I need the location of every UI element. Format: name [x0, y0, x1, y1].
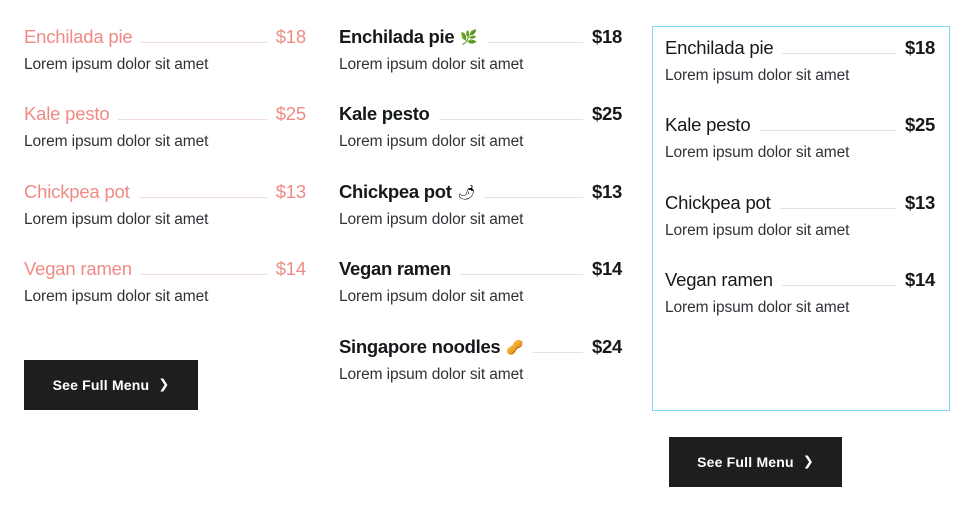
- menu-item[interactable]: Chickpea pot $13 Lorem ipsum dolor sit a…: [24, 181, 306, 229]
- menu-item[interactable]: Vegan ramen $14 Lorem ipsum dolor sit am…: [24, 258, 306, 306]
- menu-item-name: Singapore noodles: [339, 335, 501, 357]
- menu-list-1: Enchilada pie $18 Lorem ipsum dolor sit …: [0, 0, 330, 307]
- menu-item-header: Vegan ramen $14: [24, 258, 306, 280]
- menu-item-price: $18: [592, 26, 622, 47]
- menu-item-header: Chickpea pot $13: [665, 192, 935, 214]
- menu-item-description: Lorem ipsum dolor sit amet: [665, 299, 850, 317]
- menu-item[interactable]: Kale pesto $25 Lorem ipsum dolor sit ame…: [339, 103, 622, 151]
- menu-item-header: Kale pesto $25: [665, 114, 935, 136]
- menu-item-description: Lorem ipsum dolor sit amet: [24, 210, 209, 228]
- menu-item-description: Lorem ipsum dolor sit amet: [665, 221, 850, 239]
- menu-item-name: Kale pesto: [24, 103, 110, 125]
- menu-item[interactable]: Kale pesto $25 Lorem ipsum dolor sit ame…: [24, 103, 306, 151]
- menu-item-header: Enchilada pie $18: [24, 26, 306, 48]
- hot-pepper-emoji: 🌶: [457, 183, 476, 200]
- menu-item-price: $25: [592, 103, 622, 125]
- menu-item-header: Enchilada pie $18: [665, 37, 935, 59]
- menu-item[interactable]: Vegan ramen $14 Lorem ipsum dolor sit am…: [665, 269, 935, 317]
- chevron-right-icon: ❯: [158, 376, 170, 392]
- menu-item-description: Lorem ipsum dolor sit amet: [339, 210, 524, 228]
- menu-item-description: Lorem ipsum dolor sit amet: [339, 365, 524, 383]
- leader-line: [759, 130, 897, 132]
- menu-item-description: Lorem ipsum dolor sit amet: [24, 288, 209, 306]
- menu-column-3: Enchilada pie $18 Lorem ipsum dolor sit …: [640, 0, 969, 411]
- leader-line: [138, 196, 267, 198]
- menu-item-description: Lorem ipsum dolor sit amet: [339, 133, 524, 151]
- menu-item-name: Chickpea pot: [665, 191, 771, 213]
- menu-item-name: Vegan ramen: [665, 269, 773, 291]
- leader-line: [459, 274, 584, 276]
- menu-list-3-selected[interactable]: Enchilada pie $18 Lorem ipsum dolor sit …: [652, 26, 950, 411]
- menu-item-price: $13: [592, 180, 622, 202]
- menu-item-name: Enchilada pie: [24, 26, 133, 47]
- menu-item-name: Enchilada pie: [665, 37, 774, 58]
- menu-item[interactable]: Vegan ramen $14 Lorem ipsum dolor sit am…: [339, 258, 622, 306]
- menu-item[interactable]: Singapore noodles 🥜 $24 Lorem ipsum dolo…: [339, 336, 622, 384]
- peanuts-emoji: 🥜: [506, 338, 524, 355]
- menu-list-2: Enchilada pie 🌿 $18 Lorem ipsum dolor si…: [330, 0, 650, 384]
- menu-item[interactable]: Chickpea pot 🌶 $13 Lorem ipsum dolor sit…: [339, 181, 622, 229]
- menu-item-header: Chickpea pot 🌶 $13: [339, 181, 622, 203]
- menu-item-name: Chickpea pot: [24, 180, 130, 202]
- menu-item-name: Chickpea pot: [339, 180, 452, 202]
- leader-line: [782, 53, 897, 54]
- menu-item[interactable]: Chickpea pot $13 Lorem ipsum dolor sit a…: [665, 192, 935, 240]
- leader-line: [141, 42, 267, 43]
- menu-item-name: Enchilada pie: [339, 26, 455, 47]
- menu-item-header: Enchilada pie 🌿 $18: [339, 26, 622, 48]
- menu-item-header: Chickpea pot $13: [24, 181, 306, 203]
- leader-line: [779, 207, 897, 209]
- menu-item[interactable]: Enchilada pie $18 Lorem ipsum dolor sit …: [24, 26, 306, 74]
- menu-variants-canvas: Enchilada pie $18 Lorem ipsum dolor sit …: [0, 0, 969, 532]
- menu-item-price: $14: [592, 258, 622, 280]
- see-full-menu-label: See Full Menu: [697, 454, 794, 470]
- menu-item-price: $25: [275, 103, 306, 125]
- menu-item-header: Singapore noodles 🥜 $24: [339, 336, 622, 358]
- menu-item[interactable]: Enchilada pie 🌿 $18 Lorem ipsum dolor si…: [339, 26, 622, 74]
- leader-line: [532, 351, 584, 353]
- menu-item-description: Lorem ipsum dolor sit amet: [665, 67, 850, 84]
- leader-line: [118, 119, 267, 121]
- menu-column-2: Enchilada pie 🌿 $18 Lorem ipsum dolor si…: [330, 0, 842, 487]
- leader-line: [140, 274, 267, 276]
- leader-line: [486, 42, 584, 43]
- see-full-menu-button[interactable]: See Full Menu ❯: [24, 360, 198, 410]
- menu-item-price: $13: [905, 191, 935, 213]
- menu-item-price: $25: [905, 114, 935, 136]
- leader-line: [484, 196, 584, 198]
- menu-item-price: $13: [275, 180, 306, 202]
- menu-item-name: Vegan ramen: [24, 258, 132, 280]
- menu-item-name: Vegan ramen: [339, 258, 451, 280]
- menu-item-header: Vegan ramen $14: [665, 269, 935, 291]
- menu-item-price: $18: [905, 37, 935, 58]
- menu-item-name: Kale pesto: [665, 114, 751, 136]
- menu-item-description: Lorem ipsum dolor sit amet: [24, 133, 209, 151]
- menu-item[interactable]: Enchilada pie $18 Lorem ipsum dolor sit …: [665, 37, 935, 85]
- menu-item-description: Lorem ipsum dolor sit amet: [665, 144, 850, 162]
- menu-item-description: Lorem ipsum dolor sit amet: [24, 56, 209, 73]
- menu-item-description: Lorem ipsum dolor sit amet: [339, 56, 524, 73]
- leader-line: [781, 285, 897, 287]
- chevron-right-icon: ❯: [802, 453, 814, 469]
- menu-item-price: $14: [275, 258, 306, 280]
- menu-item-header: Vegan ramen $14: [339, 258, 622, 280]
- see-full-menu-button[interactable]: See Full Menu ❯: [669, 437, 842, 487]
- menu-item-name: Kale pesto: [339, 103, 430, 125]
- leader-line: [438, 119, 584, 121]
- see-full-menu-label: See Full Menu: [52, 377, 150, 393]
- menu-item-header: Kale pesto $25: [339, 103, 622, 125]
- menu-item-price: $18: [275, 26, 306, 47]
- herb-emoji: 🌿: [460, 29, 478, 45]
- menu-item-header: Kale pesto $25: [24, 103, 306, 125]
- menu-column-1: Enchilada pie $18 Lorem ipsum dolor sit …: [0, 0, 330, 410]
- menu-item[interactable]: Kale pesto $25 Lorem ipsum dolor sit ame…: [665, 114, 935, 162]
- menu-item-description: Lorem ipsum dolor sit amet: [339, 288, 524, 306]
- menu-item-price: $24: [592, 335, 622, 357]
- menu-item-price: $14: [905, 269, 935, 291]
